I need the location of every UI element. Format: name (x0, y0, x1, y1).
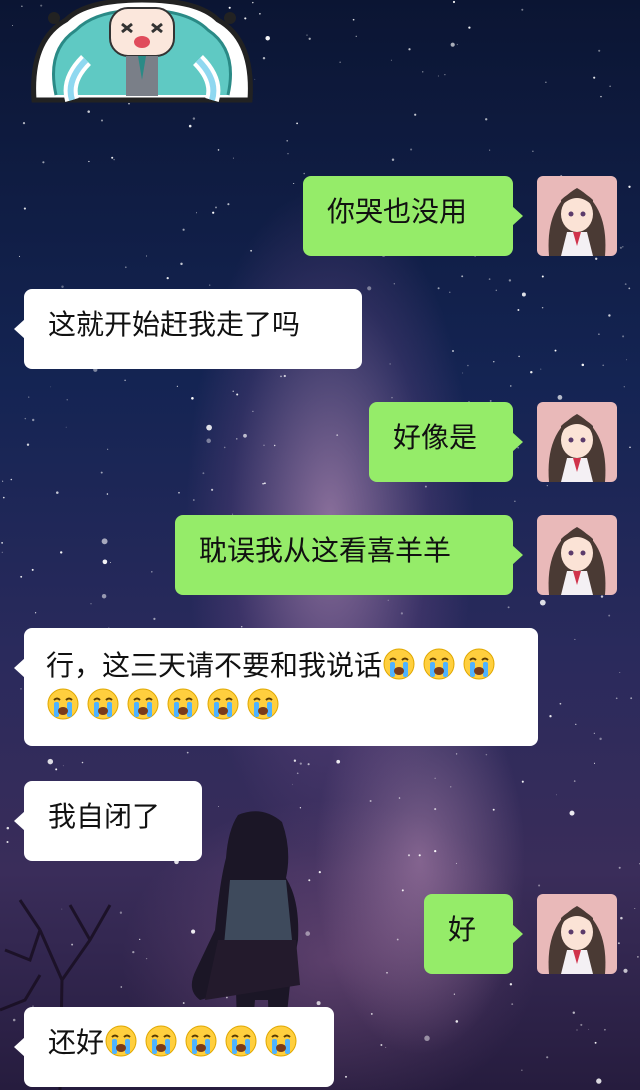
anime-girl-avatar-icon (537, 894, 617, 974)
anime-girl-avatar-icon (537, 515, 617, 595)
received-message-bubble[interactable]: 还好 (14, 1007, 334, 1087)
loudly-crying-emoji-icon (264, 1024, 298, 1058)
my-avatar[interactable] (537, 176, 617, 256)
loudly-crying-emoji-icon (184, 1024, 218, 1058)
chat-thread: 你哭也没用 这就开始赶我走了吗 好像是 耽误我从这看喜羊羊 行，这三天请不要和我… (0, 0, 640, 1090)
loudly-crying-emoji-icon (206, 687, 240, 721)
received-message-bubble[interactable]: 这就开始赶我走了吗 (14, 289, 362, 369)
my-avatar[interactable] (537, 515, 617, 595)
anime-girl-avatar-icon (537, 402, 617, 482)
loudly-crying-emoji-icon (46, 687, 80, 721)
message-text: 你哭也没用 (327, 195, 468, 228)
loudly-crying-emoji-icon (166, 687, 200, 721)
loudly-crying-emoji-icon (422, 647, 456, 681)
message-text: 这就开始赶我走了吗 (48, 308, 301, 341)
message-text: 还好 (48, 1026, 105, 1059)
my-avatar[interactable] (537, 894, 617, 974)
crying-anime-girl-sticker (31, 0, 253, 103)
message-text: 耽误我从这看喜羊羊 (199, 534, 452, 567)
crying-sticker[interactable] (26, 0, 258, 108)
received-message-bubble[interactable]: 我自闭了 (14, 781, 202, 861)
message-text: 好 (448, 913, 477, 946)
message-text: 行，这三天请不要和我说话 (46, 649, 383, 682)
loudly-crying-emoji-icon (224, 1024, 258, 1058)
loudly-crying-emoji-icon (104, 1024, 138, 1058)
message-text: 我自闭了 (48, 800, 161, 833)
sent-message-bubble[interactable]: 耽误我从这看喜羊羊 (175, 515, 523, 595)
loudly-crying-emoji-icon (246, 687, 280, 721)
sent-message-bubble[interactable]: 好 (424, 894, 523, 974)
received-message-bubble[interactable]: 行，这三天请不要和我说话 (14, 628, 538, 746)
loudly-crying-emoji-icon (126, 687, 160, 721)
loudly-crying-emoji-icon (382, 647, 416, 681)
anime-girl-avatar-icon (537, 176, 617, 256)
loudly-crying-emoji-icon (86, 687, 120, 721)
sent-message-bubble[interactable]: 你哭也没用 (303, 176, 523, 256)
message-text: 好像是 (393, 421, 478, 454)
loudly-crying-emoji-icon (462, 647, 496, 681)
my-avatar[interactable] (537, 402, 617, 482)
sent-message-bubble[interactable]: 好像是 (369, 402, 523, 482)
loudly-crying-emoji-icon (144, 1024, 178, 1058)
